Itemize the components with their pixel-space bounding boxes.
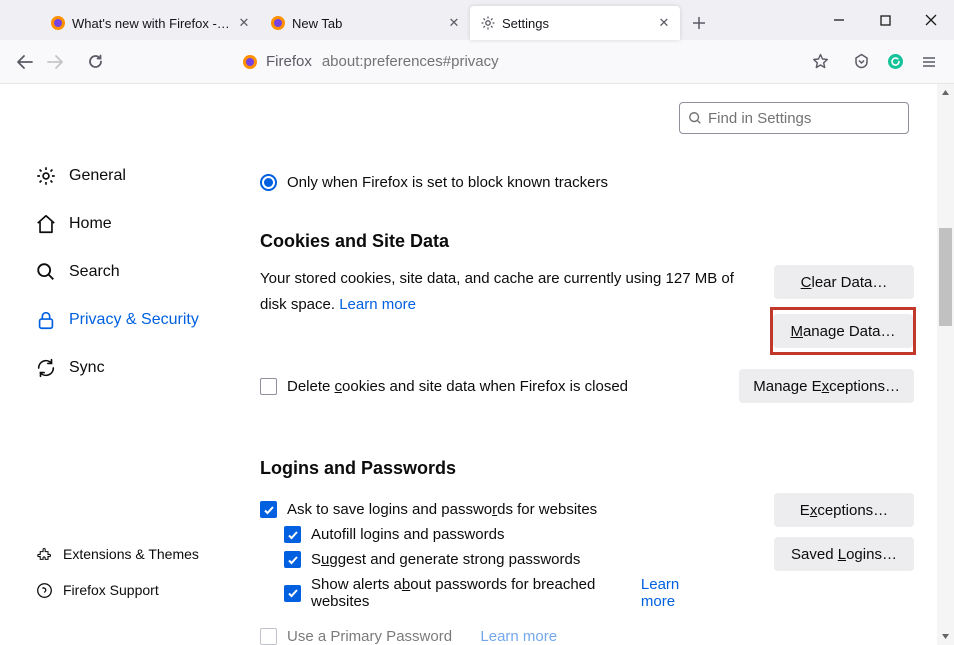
manage-data-button[interactable]: Manage Data… (773, 314, 913, 348)
checkbox-checked-icon (284, 551, 301, 568)
sidebar-item-label: Search (69, 263, 120, 281)
window-controls (816, 0, 954, 40)
firefox-icon (270, 15, 286, 31)
tab-label: What's new with Firefox - More (72, 16, 230, 31)
back-button[interactable] (10, 47, 40, 77)
sidebar-item-general[interactable]: General (35, 156, 240, 196)
sidebar-item-label: Privacy & Security (69, 311, 199, 329)
sidebar-item-search[interactable]: Search (35, 252, 240, 292)
find-in-settings-input[interactable]: Find in Settings (679, 102, 909, 134)
bookmark-star-icon[interactable] (806, 48, 834, 76)
tracker-radio-row[interactable]: Only when Firefox is set to block known … (260, 174, 914, 191)
cookies-learn-more-link[interactable]: Learn more (339, 296, 416, 313)
firefox-icon (240, 52, 260, 72)
scroll-up-icon[interactable] (937, 84, 954, 101)
radio-icon (260, 174, 277, 191)
cookies-heading: Cookies and Site Data (260, 231, 772, 252)
sidebar-item-home[interactable]: Home (35, 204, 240, 244)
breach-learn-more-link[interactable]: Learn more (641, 576, 708, 610)
manage-exceptions-button[interactable]: Manage Exceptions… (739, 369, 914, 403)
minimize-button[interactable] (816, 0, 862, 40)
titlebar: What's new with Firefox - More ✕ New Tab… (0, 0, 954, 40)
app-menu-button[interactable] (914, 47, 944, 77)
radio-label: Only when Firefox is set to block known … (287, 174, 608, 191)
tab-newtab[interactable]: New Tab ✕ (260, 6, 470, 40)
saved-logins-button[interactable]: Saved Logins… (774, 537, 914, 571)
gear-icon (480, 15, 496, 31)
nav-toolbar: Firefox about:preferences#privacy (0, 40, 954, 84)
sync-icon (35, 357, 57, 379)
logins-exceptions-button[interactable]: Exceptions… (774, 493, 914, 527)
checkbox-checked-icon (284, 585, 301, 602)
settings-main: Find in Settings Only when Firefox is se… (240, 84, 954, 645)
sidebar-item-privacy[interactable]: Privacy & Security (35, 300, 240, 340)
search-placeholder: Find in Settings (708, 110, 811, 127)
checkbox-checked-icon (260, 501, 277, 518)
settings-sidebar: General Home Search Privacy & Security S… (0, 84, 240, 645)
url-bar[interactable]: Firefox about:preferences#privacy (240, 46, 499, 78)
home-icon (35, 213, 57, 235)
primary-password-checkbox[interactable]: Use a Primary Password Learn more (260, 628, 708, 645)
close-icon[interactable]: ✕ (236, 15, 252, 31)
sidebar-item-sync[interactable]: Sync (35, 348, 240, 388)
firefox-icon (50, 15, 66, 31)
cookies-description: Your stored cookies, site data, and cach… (260, 266, 740, 317)
ask-save-logins-checkbox[interactable]: Ask to save logins and passwords for web… (260, 501, 708, 518)
suggest-passwords-checkbox[interactable]: Suggest and generate strong passwords (284, 551, 708, 568)
content-area: General Home Search Privacy & Security S… (0, 84, 954, 645)
pocket-icon[interactable] (846, 47, 876, 77)
checkbox-icon (260, 628, 277, 645)
grammarly-icon[interactable] (880, 47, 910, 77)
primary-learn-more-link[interactable]: Learn more (480, 628, 557, 645)
tab-settings[interactable]: Settings ✕ (470, 6, 680, 40)
checkbox-checked-icon (284, 526, 301, 543)
forward-button[interactable] (40, 47, 70, 77)
gear-icon (35, 165, 57, 187)
close-window-button[interactable] (908, 0, 954, 40)
reload-button[interactable] (80, 47, 110, 77)
tab-label: Settings (502, 16, 650, 31)
breach-alerts-checkbox[interactable]: Show alerts about passwords for breached… (284, 576, 708, 610)
logins-heading: Logins and Passwords (260, 458, 914, 479)
url-product-label: Firefox (266, 53, 312, 70)
autofill-checkbox[interactable]: Autofill logins and passwords (284, 526, 708, 543)
lock-icon (35, 309, 57, 331)
checkbox-icon (260, 378, 277, 395)
sidebar-item-label: Firefox Support (63, 582, 159, 598)
delete-on-close-checkbox[interactable]: Delete cookies and site data when Firefo… (260, 378, 628, 395)
url-address: about:preferences#privacy (322, 53, 499, 70)
tab-whatsnew[interactable]: What's new with Firefox - More ✕ (40, 6, 260, 40)
clear-data-button[interactable]: Clear Data… (774, 265, 914, 299)
tab-label: New Tab (292, 16, 440, 31)
sidebar-extensions[interactable]: Extensions & Themes (35, 539, 240, 569)
sidebar-item-label: General (69, 167, 126, 185)
tab-strip: What's new with Firefox - More ✕ New Tab… (40, 6, 714, 40)
scroll-down-icon[interactable] (937, 628, 954, 645)
sidebar-item-label: Home (69, 215, 112, 233)
close-icon[interactable]: ✕ (656, 15, 672, 31)
new-tab-button[interactable] (684, 8, 714, 38)
sidebar-support[interactable]: Firefox Support (35, 575, 240, 605)
scroll-thumb[interactable] (939, 228, 952, 326)
sidebar-item-label: Extensions & Themes (63, 546, 199, 562)
puzzle-icon (35, 545, 53, 563)
help-icon (35, 581, 53, 599)
maximize-button[interactable] (862, 0, 908, 40)
scrollbar[interactable] (937, 84, 954, 645)
search-icon (35, 261, 57, 283)
sidebar-item-label: Sync (69, 359, 105, 377)
close-icon[interactable]: ✕ (446, 15, 462, 31)
